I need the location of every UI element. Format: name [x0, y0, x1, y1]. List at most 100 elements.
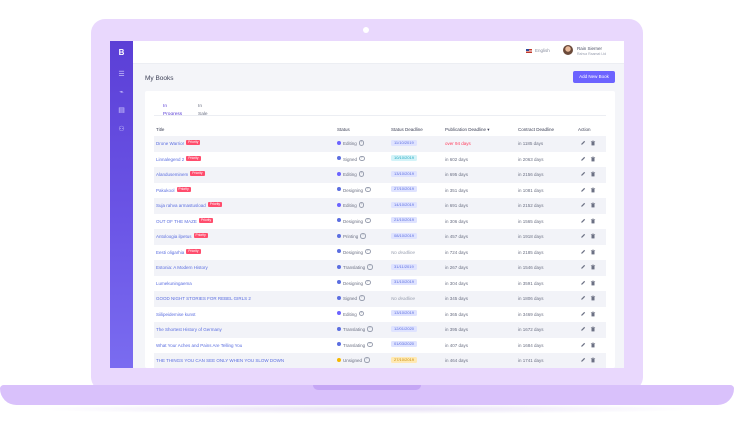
table-row[interactable]: GOOD NIGHT STORIES FOR REBEL GIRLS 2 Sign…	[154, 291, 606, 307]
edit-icon[interactable]	[580, 249, 586, 255]
language-selector[interactable]: English	[526, 48, 550, 53]
info-icon[interactable]: ?	[365, 186, 371, 193]
avatar[interactable]	[563, 45, 573, 55]
info-icon[interactable]: ?	[359, 155, 365, 162]
delete-icon[interactable]	[590, 342, 596, 348]
info-icon[interactable]: ?	[367, 326, 373, 332]
logo[interactable]: B	[115, 46, 128, 59]
tab-in-sale[interactable]: In Sale	[198, 103, 208, 117]
book-title-link[interactable]: Drone Warrior	[156, 141, 184, 146]
info-icon[interactable]: ?	[358, 171, 365, 177]
users-icon[interactable]: ⚇	[116, 126, 127, 134]
user-name[interactable]: Rain Sierner	[577, 46, 602, 51]
book-title-link[interactable]: Antoloogia ilpetus	[156, 234, 192, 239]
info-icon[interactable]: ?	[358, 310, 365, 317]
edit-icon[interactable]	[580, 218, 586, 224]
info-icon[interactable]: ?	[367, 341, 373, 348]
table-row[interactable]: Pakukool Priority Designing? 27/10/2019 in 3…	[154, 183, 606, 199]
edit-icon[interactable]	[580, 357, 586, 363]
edit-icon[interactable]	[580, 295, 586, 301]
info-icon[interactable]: ?	[359, 295, 365, 301]
status-deadline[interactable]: 27/10/2019	[391, 186, 418, 193]
book-title-link[interactable]: Lumekuningaema	[156, 281, 192, 286]
table-row[interactable]: THE THINGS YOU CAN SEE ONLY WHEN YOU SLO…	[154, 353, 606, 368]
status-deadline[interactable]: 11/10/2019	[391, 139, 417, 146]
delete-icon[interactable]	[590, 311, 596, 317]
status-deadline[interactable]: 12/01/2020	[391, 325, 418, 332]
table-row[interactable]: Lumekuningaema Designing? 31/10/2019 in 304…	[154, 276, 606, 292]
edit-icon[interactable]	[580, 171, 586, 177]
table-row[interactable]: Drone Warrior Priority Editing? 11/10/2019 o…	[154, 136, 606, 152]
status-deadline[interactable]: 21/10/2019	[391, 217, 418, 224]
table-row[interactable]: What Your Aches and Pains Are Telling Yo…	[154, 338, 606, 354]
table-row[interactable]: Suja rahva armastusload Priority Editing? 1…	[154, 198, 606, 214]
edit-icon[interactable]	[580, 311, 586, 317]
info-icon[interactable]: ?	[365, 279, 371, 286]
book-title-link[interactable]: GOOD NIGHT STORIES FOR REBEL GIRLS 2	[156, 296, 251, 301]
delete-icon[interactable]	[590, 171, 596, 177]
status-deadline[interactable]: 08/10/2019	[391, 232, 418, 239]
delete-icon[interactable]	[590, 140, 596, 146]
book-title-link[interactable]: THE THINGS YOU CAN SEE ONLY WHEN YOU SLO…	[156, 358, 284, 363]
table-row[interactable]: Linnalegend 2 Priority Signed? 10/10/2019 in…	[154, 152, 606, 168]
delete-icon[interactable]	[590, 187, 596, 193]
col-contract-deadline[interactable]: Contract Deadline	[518, 127, 554, 132]
edit-icon[interactable]	[580, 202, 586, 208]
edit-icon[interactable]	[580, 233, 586, 239]
delete-icon[interactable]	[590, 233, 596, 239]
info-icon[interactable]: ?	[365, 248, 371, 255]
delete-icon[interactable]	[590, 249, 596, 255]
edit-icon[interactable]	[580, 326, 586, 332]
status-deadline[interactable]: 10/10/2019	[391, 155, 418, 162]
info-icon[interactable]: ?	[365, 217, 371, 224]
delete-icon[interactable]	[590, 357, 596, 363]
status-deadline[interactable]: 01/03/2020	[391, 341, 418, 348]
col-status-deadline[interactable]: Status Deadline	[391, 127, 423, 132]
book-title-link[interactable]: Alanduseminem	[156, 172, 188, 177]
edit-icon[interactable]	[580, 140, 586, 146]
delete-icon[interactable]	[590, 264, 596, 270]
col-title[interactable]: Title	[156, 127, 164, 132]
book-title-link[interactable]: OUT OF THE MAZE	[156, 219, 197, 224]
table-row[interactable]: Estonia: A Modern History Translating? 31/…	[154, 260, 606, 276]
status-deadline[interactable]: 31/10/2019	[391, 279, 418, 286]
add-new-book-button[interactable]: Add New Book	[573, 71, 615, 83]
table-row[interactable]: Eesti oligarhia Priority Designing? No dead…	[154, 245, 606, 261]
info-icon[interactable]: ?	[367, 264, 373, 270]
edit-icon[interactable]	[580, 156, 586, 162]
info-icon[interactable]: ?	[358, 140, 365, 146]
info-icon[interactable]: ?	[364, 357, 370, 363]
delete-icon[interactable]	[590, 295, 596, 301]
book-title-link[interactable]: What Your Aches and Pains Are Telling Yo…	[156, 343, 242, 348]
book-title-link[interactable]: Linnalegend 2	[156, 157, 184, 162]
book-icon[interactable]: ▤	[116, 107, 127, 115]
delete-icon[interactable]	[590, 218, 596, 224]
book-title-link[interactable]: Siilipeidemise kunst	[156, 312, 196, 317]
tag-icon[interactable]: ⌁	[116, 89, 127, 97]
edit-icon[interactable]	[580, 280, 586, 286]
book-title-link[interactable]: Suja rahva armastusload	[156, 203, 206, 208]
status-deadline[interactable]: 31/11/2019	[391, 263, 417, 270]
edit-icon[interactable]	[580, 342, 586, 348]
table-row[interactable]: OUT OF THE MAZE Priority Designing? 21/10/2…	[154, 214, 606, 230]
list-icon[interactable]: ☰	[116, 71, 127, 79]
table-row[interactable]: Alanduseminem Priority Editing? 13/10/2019 i…	[154, 167, 606, 183]
delete-icon[interactable]	[590, 156, 596, 162]
table-row[interactable]: Siilipeidemise kunst Editing? 13/10/2019 in…	[154, 307, 606, 323]
table-row[interactable]: Antoloogia ilpetus Priority Printing? 08/10…	[154, 229, 606, 245]
table-row[interactable]: The Shortest History of Germany Translati…	[154, 322, 606, 338]
book-title-link[interactable]: Eesti oligarhia	[156, 250, 184, 255]
delete-icon[interactable]	[590, 280, 596, 286]
edit-icon[interactable]	[580, 264, 586, 270]
col-publication-deadline[interactable]: Publication Deadline ▾	[445, 127, 490, 133]
delete-icon[interactable]	[590, 326, 596, 332]
delete-icon[interactable]	[590, 202, 596, 208]
book-title-link[interactable]: Pakukool	[156, 188, 175, 193]
edit-icon[interactable]	[580, 187, 586, 193]
status-deadline[interactable]: 13/10/2019	[391, 310, 418, 317]
book-title-link[interactable]: The Shortest History of Germany	[156, 327, 222, 332]
col-status[interactable]: Status	[337, 127, 350, 132]
info-icon[interactable]: ?	[360, 233, 366, 239]
status-deadline[interactable]: 13/10/2019	[391, 170, 418, 177]
info-icon[interactable]: ?	[358, 202, 365, 208]
